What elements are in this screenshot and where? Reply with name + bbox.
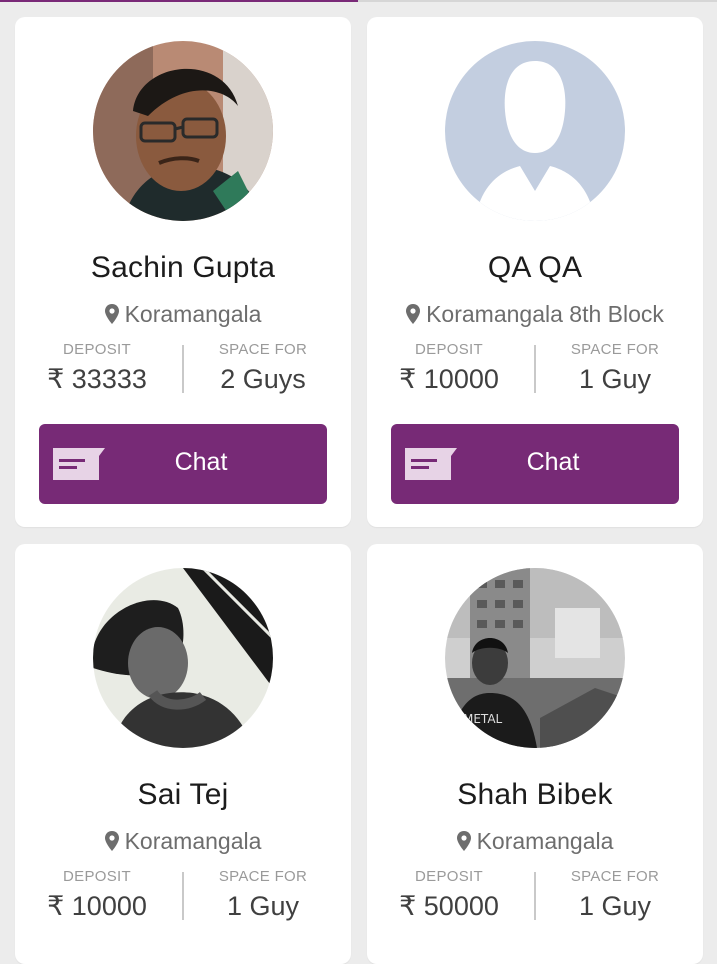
active-tab-indicator (0, 0, 358, 2)
deposit-value: ₹ 33333 (47, 364, 147, 394)
profile-card[interactable]: METAL Shah Bibek Koramangala DEPOSIT ₹ 5… (367, 544, 703, 964)
chat-button[interactable]: Chat (391, 424, 679, 504)
profile-location: Koramangala (15, 828, 351, 857)
avatar[interactable]: METAL (445, 568, 625, 748)
deposit-stat: DEPOSIT ₹ 10000 (367, 341, 533, 395)
profile-name: Sai Tej (137, 778, 229, 811)
profile-name: Shah Bibek (457, 778, 613, 811)
chat-button-label: Chat (526, 448, 580, 476)
deposit-stat: DEPOSIT ₹ 10000 (15, 868, 181, 922)
deposit-label: DEPOSIT (415, 341, 483, 358)
deposit-label: DEPOSIT (415, 868, 483, 885)
space-label: SPACE FOR (570, 868, 660, 885)
profile-card[interactable]: QA QA Koramangala 8th Block DEPOSIT ₹ 10… (367, 17, 703, 527)
deposit-value: ₹ 10000 (399, 364, 499, 394)
deposit-value: ₹ 10000 (47, 891, 147, 921)
deposit-stat: DEPOSIT ₹ 50000 (367, 868, 533, 922)
profile-card[interactable]: Sai Tej Koramangala DEPOSIT ₹ 10000 SPAC… (15, 544, 351, 964)
deposit-stat: DEPOSIT ₹ 33333 (15, 341, 181, 395)
tab-indicator-bar (0, 0, 717, 2)
avatar[interactable] (93, 41, 273, 221)
space-value: 1 Guy (578, 891, 652, 921)
profile-location: Koramangala (367, 828, 703, 857)
chat-button-label: Chat (174, 448, 228, 476)
space-stat: SPACE FOR 2 Guys (183, 341, 343, 395)
deposit-label: DEPOSIT (63, 868, 131, 885)
space-value: 1 Guy (226, 891, 300, 921)
deposit-label: DEPOSIT (63, 341, 131, 358)
profile-name: Sachin Gupta (90, 251, 276, 284)
space-label: SPACE FOR (218, 868, 308, 885)
space-stat: SPACE FOR 1 Guy (535, 341, 695, 395)
profile-location: Koramangala (15, 301, 351, 330)
space-value: 2 Guys (220, 364, 306, 394)
location-text: Koramangala (476, 828, 614, 854)
chat-button[interactable]: Chat (39, 424, 327, 504)
space-stat: SPACE FOR 1 Guy (183, 868, 343, 922)
svg-text:METAL: METAL (463, 712, 503, 726)
location-pin-icon (104, 303, 119, 330)
deposit-value: ₹ 50000 (399, 891, 499, 921)
location-pin-icon (456, 830, 471, 857)
location-text: Koramangala (124, 828, 262, 854)
location-pin-icon (406, 303, 421, 330)
profile-name: QA QA (487, 251, 583, 284)
location-text: Koramangala (124, 301, 262, 327)
location-text: Koramangala 8th Block (426, 301, 664, 327)
avatar-placeholder[interactable] (445, 41, 625, 221)
space-label: SPACE FOR (218, 341, 308, 358)
space-value: 1 Guy (578, 364, 652, 394)
profile-card[interactable]: Sachin Gupta Koramangala DEPOSIT ₹ 33333… (15, 17, 351, 527)
space-stat: SPACE FOR 1 Guy (535, 868, 695, 922)
avatar[interactable] (93, 568, 273, 748)
location-pin-icon (104, 830, 119, 857)
space-label: SPACE FOR (570, 341, 660, 358)
profile-location: Koramangala 8th Block (367, 301, 703, 330)
